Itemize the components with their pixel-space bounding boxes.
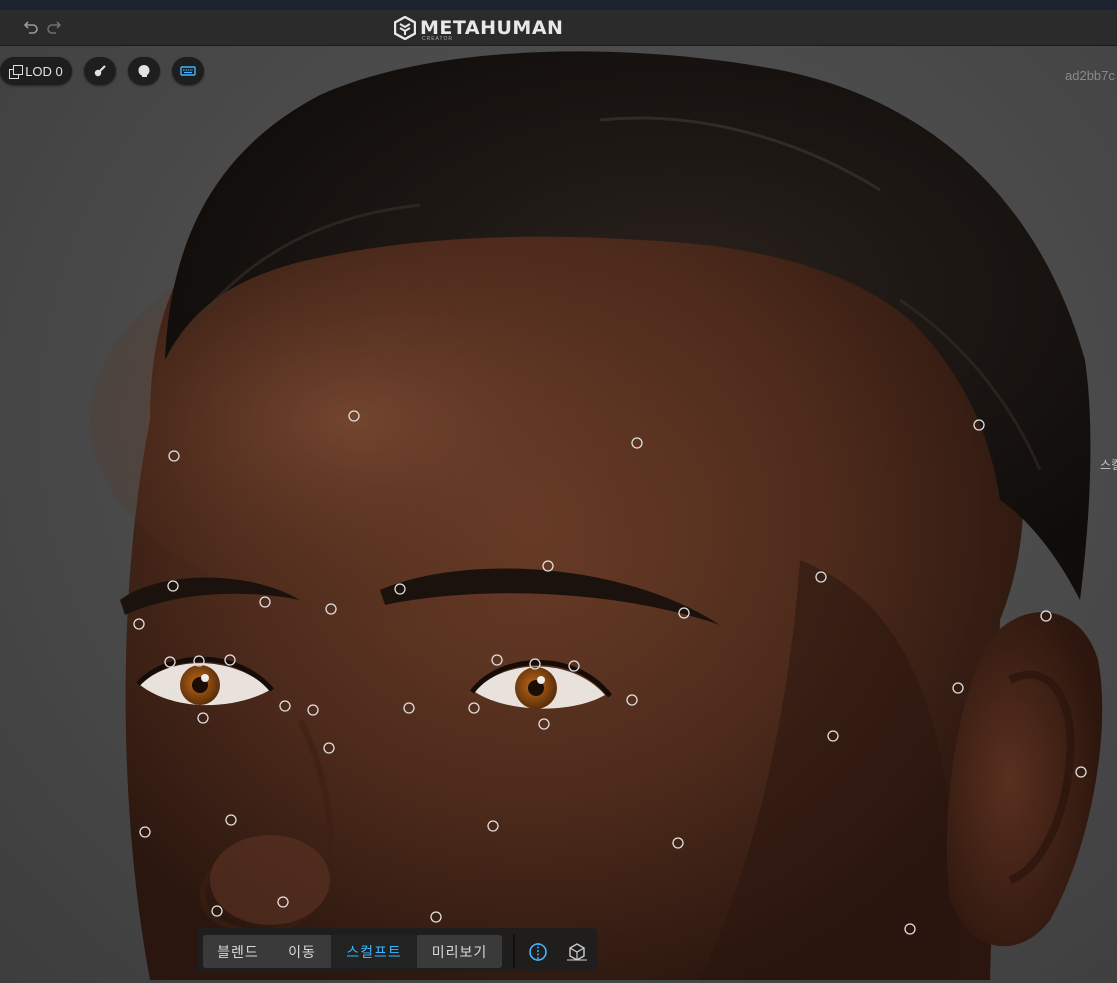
tab-preview[interactable]: 미리보기 (417, 935, 502, 968)
keyboard-button[interactable] (172, 57, 204, 85)
tab-sculpt[interactable]: 스컬프트 (331, 935, 417, 968)
light-toggle-icon (94, 65, 106, 77)
face-render (90, 51, 1103, 981)
redo-button[interactable] (43, 16, 65, 38)
mode-toolbar: 블렌드 이동 스컬프트 미리보기 (197, 928, 597, 972)
lod-button[interactable]: LOD 0 (0, 57, 72, 85)
window-top-strip (0, 0, 1117, 10)
redo-icon (47, 21, 62, 34)
3d-viewport[interactable] (0, 46, 1117, 983)
head-view-button[interactable] (128, 57, 160, 85)
gizmo-tool-button[interactable] (565, 940, 589, 964)
symmetry-tool-button[interactable] (526, 940, 550, 964)
metahuman-logo-icon (394, 16, 416, 40)
head-icon (138, 65, 150, 77)
keyboard-icon (180, 66, 196, 76)
title-bar: METAHUMAN CREATOR (0, 10, 1117, 46)
toolbar-divider (513, 934, 515, 968)
character-id-text: ad2bb7c (1065, 68, 1115, 83)
lod-label: LOD 0 (25, 63, 63, 79)
undo-button[interactable] (20, 16, 42, 38)
logo-subtitle: CREATOR (422, 36, 453, 42)
lighting-button[interactable] (84, 57, 116, 85)
lod-stack-icon (9, 65, 24, 79)
symmetry-tool-icon (529, 943, 547, 961)
undo-icon (23, 21, 38, 34)
tab-blend[interactable]: 블렌드 (203, 935, 273, 968)
tab-move[interactable]: 이동 (273, 935, 331, 968)
side-panel-label: 스컬 (1100, 458, 1117, 472)
gizmo-tool-icon (567, 943, 587, 961)
metahuman-logo: METAHUMAN CREATOR (394, 16, 563, 42)
mode-tabs: 블렌드 이동 스컬프트 미리보기 (203, 935, 502, 968)
